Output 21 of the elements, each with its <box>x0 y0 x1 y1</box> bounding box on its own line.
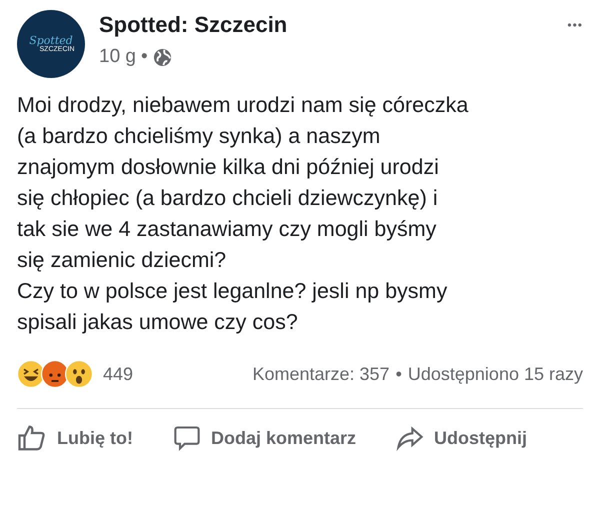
separator-dot: • <box>396 364 402 384</box>
wow-reaction-icon <box>65 360 93 388</box>
speech-bubble-icon <box>172 424 201 452</box>
post-text: Moi drodzy, niebawem urodzi nam się córeczka (a bardzo chcieliśmy synka) a naszym znajomym dosłownie kilka dni później urodzi się chłopiec (a bardzo chcieli dziewczynkę) i tak sie we 4 zastanawiamy czy mogli byśmy się zamienic dziecmi? <box>17 92 470 274</box>
haha-reaction-icon <box>17 360 45 388</box>
like-button[interactable]: Lubię to! <box>17 423 133 453</box>
globe-icon <box>152 48 172 66</box>
separator-dot: • <box>140 46 148 68</box>
share-arrow-icon <box>396 424 424 452</box>
comment-count[interactable]: Komentarze: 357 <box>252 364 390 384</box>
avatar-logo-text: Spotted <box>29 35 73 46</box>
post-time: 10 g <box>99 46 136 68</box>
reaction-count[interactable]: 449 <box>103 364 252 384</box>
share-button[interactable]: Udostępnij <box>396 424 528 452</box>
thumbs-up-icon <box>17 423 47 453</box>
comment-button[interactable]: Dodaj komentarz <box>172 424 356 452</box>
post-text: Czy to w polsce jest leganlne? jesli np bysmy spisali jakas umowe czy cos? <box>17 278 448 336</box>
angry-reaction-icon <box>41 360 69 388</box>
share-count[interactable]: Udostępniono 15 razy <box>408 364 583 384</box>
page-name[interactable]: Spotted: Szczecin <box>99 12 554 38</box>
more-options-menu[interactable]: ••• <box>567 10 583 32</box>
